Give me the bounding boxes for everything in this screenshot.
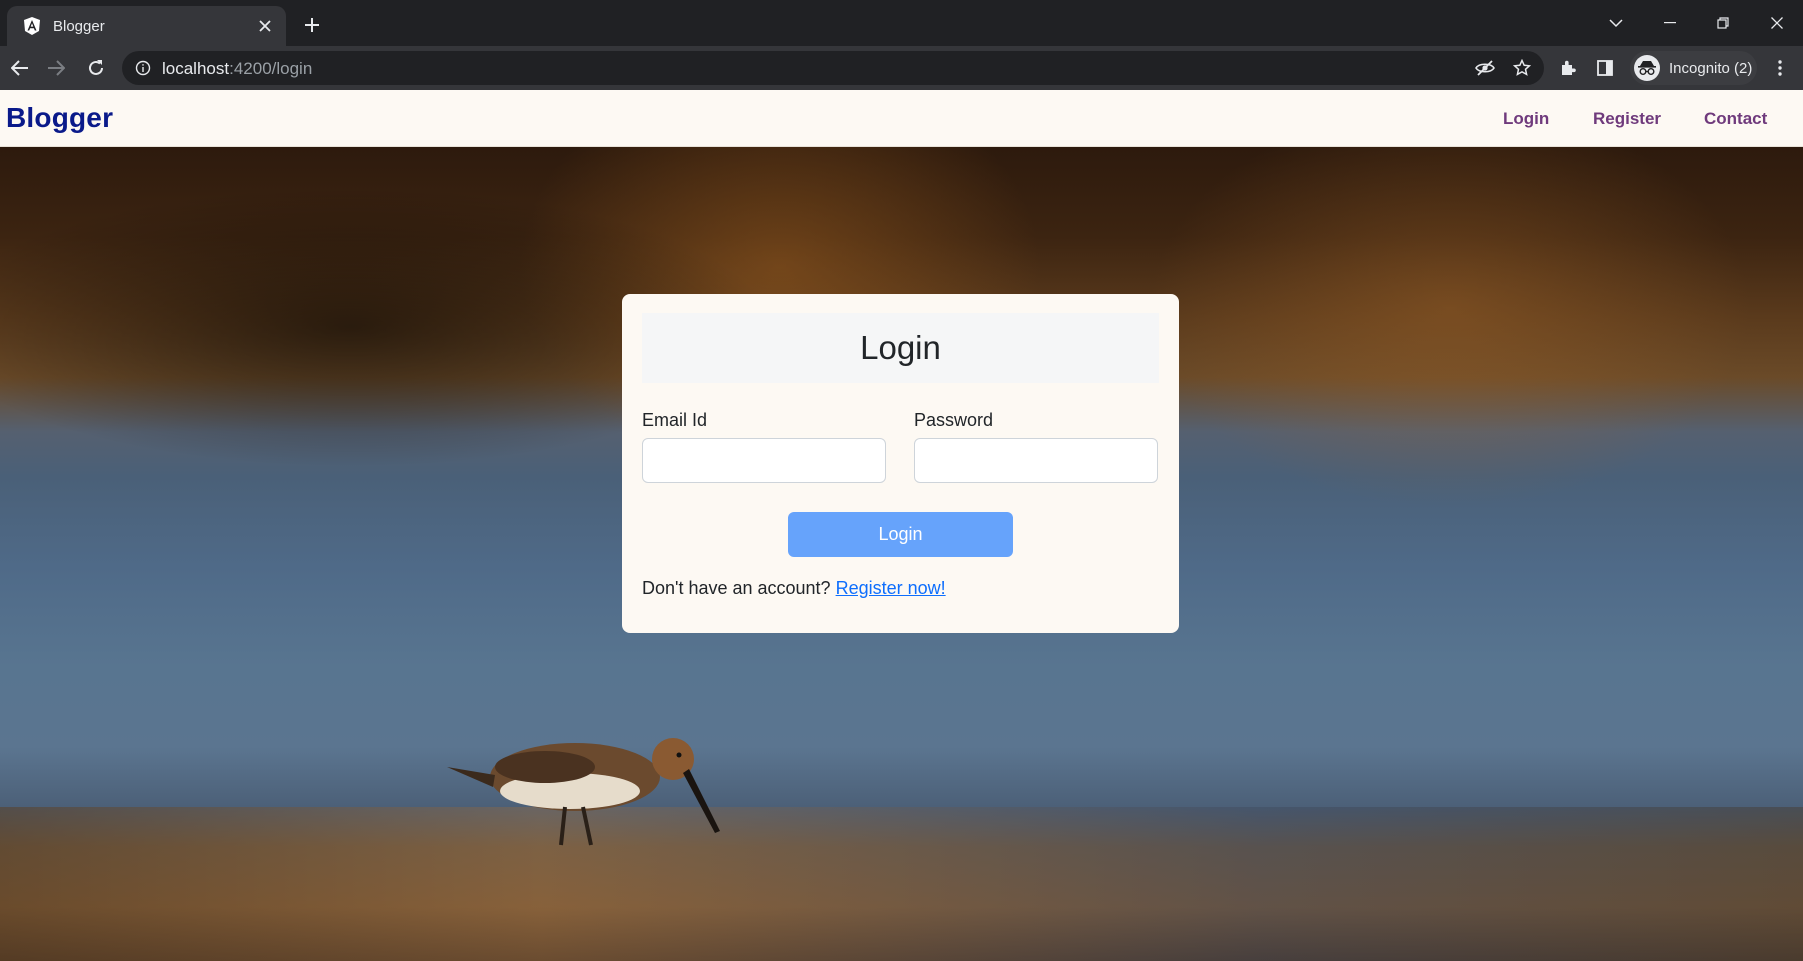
sandpiper-bird-image xyxy=(447,738,720,846)
register-prompt: Don't have an account? xyxy=(642,578,831,598)
side-panel-icon[interactable] xyxy=(1591,54,1619,82)
register-prompt-line: Don't have an account? Register now! xyxy=(642,578,946,599)
email-label: Email Id xyxy=(642,410,708,430)
reload-icon[interactable] xyxy=(82,54,110,82)
nav-link-contact[interactable]: Contact xyxy=(1704,109,1767,129)
minimize-icon[interactable] xyxy=(1656,10,1684,36)
email-field[interactable] xyxy=(642,438,886,483)
url-host: localhost xyxy=(162,59,230,78)
water-reflection xyxy=(0,807,1803,961)
forward-arrow-icon[interactable] xyxy=(42,54,70,82)
star-icon[interactable] xyxy=(1511,57,1533,79)
extensions-icon[interactable] xyxy=(1554,54,1582,82)
url-path: :4200/login xyxy=(229,59,313,78)
register-now-link[interactable]: Register now! xyxy=(836,578,946,598)
incognito-label: Incognito (2) xyxy=(1669,59,1753,77)
new-tab-button[interactable] xyxy=(299,12,325,38)
url-text[interactable]: localhost:4200/login xyxy=(162,59,312,79)
password-label: Password xyxy=(914,410,994,430)
close-icon[interactable] xyxy=(254,15,276,37)
nav-link-register[interactable]: Register xyxy=(1593,109,1661,129)
tab-search-icon[interactable] xyxy=(1602,10,1630,36)
address-bar[interactable]: localhost:4200/login xyxy=(122,51,1544,85)
browser-toolbar: localhost:4200/login Incognito (2) xyxy=(0,46,1803,90)
login-card: Login Email Id Password Login Don't have… xyxy=(622,294,1179,633)
password-field[interactable] xyxy=(914,438,1158,483)
hero-background-image: Login Email Id Password Login Don't have… xyxy=(0,147,1803,961)
eye-off-icon[interactable] xyxy=(1474,57,1496,79)
back-arrow-icon[interactable] xyxy=(6,54,34,82)
site-navbar: Blogger Login Register Contact xyxy=(0,90,1803,147)
browser-tabstrip: Blogger xyxy=(0,0,1803,46)
incognito-icon xyxy=(1634,55,1660,81)
restore-icon[interactable] xyxy=(1709,10,1737,36)
incognito-profile-button[interactable]: Incognito (2) xyxy=(1630,51,1757,85)
browser-tab[interactable]: Blogger xyxy=(7,6,286,46)
login-card-title: Login xyxy=(642,313,1159,383)
angular-icon xyxy=(21,15,43,37)
page-viewport: Blogger Login Register Contact Login Ema… xyxy=(0,90,1803,961)
window-close-icon[interactable] xyxy=(1763,10,1791,36)
login-button[interactable]: Login xyxy=(788,512,1013,557)
nav-link-login[interactable]: Login xyxy=(1503,109,1549,129)
info-icon[interactable] xyxy=(134,59,152,77)
tab-title: Blogger xyxy=(53,17,105,35)
brand-logo[interactable]: Blogger xyxy=(6,102,113,134)
menu-kebab-icon[interactable] xyxy=(1766,54,1794,82)
